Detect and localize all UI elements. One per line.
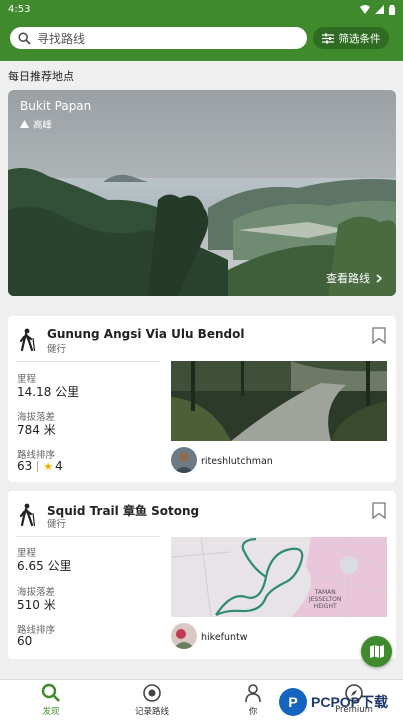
trail-name: Squid Trail 章鱼 Sotong (47, 504, 200, 518)
search-placeholder: 寻找路线 (37, 31, 86, 46)
view-route-label: 查看路线 (326, 272, 370, 285)
search-icon (41, 683, 60, 702)
map-view-button[interactable] (361, 636, 392, 667)
status-icons (360, 4, 395, 15)
watermark-badge: P (279, 688, 307, 716)
signal-icon (375, 5, 384, 14)
trail-card[interactable]: Squid Trail 章鱼 Sotong 健行 里程 6.65 公里 海拔落差… (8, 491, 396, 659)
nav-record[interactable]: 记录路线 (117, 683, 187, 717)
featured-place-name: Bukit Papan (20, 99, 92, 113)
trail-map-thumbnail[interactable]: TAMAN JESSELTON HEIGHT (171, 537, 387, 617)
pcpop-watermark: P PCPOP下载 (279, 684, 403, 720)
chevron-right-icon (376, 273, 382, 283)
elevation-value: 510 米 (17, 598, 56, 612)
bookmark-icon[interactable] (372, 502, 386, 519)
rank-value: 60 (17, 634, 33, 648)
landscape-photo (8, 90, 396, 296)
map-icon (369, 645, 384, 658)
view-route-link[interactable]: 查看路线 (326, 270, 382, 286)
trail-activity: 健行 (47, 519, 67, 530)
nav-you[interactable]: 你 (218, 683, 288, 717)
featured-place-type: 高峰 (20, 117, 52, 131)
trail-card[interactable]: Gunung Angsi Via Ulu Bendol 健行 里程 14.18 … (8, 316, 396, 482)
distance-value: 14.18 公里 (17, 385, 80, 399)
app-header: 寻找路线 筛选条件 (0, 19, 403, 61)
avatar-photo (171, 447, 197, 473)
search-icon (18, 31, 31, 45)
trail-activity: 健行 (47, 344, 67, 355)
status-bar: 4:53 (0, 0, 403, 19)
avatar-photo (171, 623, 197, 649)
wifi-icon (360, 5, 370, 14)
filter-label: 筛选条件 (338, 32, 381, 45)
filter-button[interactable]: 筛选条件 (313, 27, 389, 49)
watermark-text: PCPOP下载 (311, 694, 389, 710)
hiking-icon (19, 503, 36, 527)
trail-name: Gunung Angsi Via Ulu Bendol (47, 327, 245, 341)
record-icon (143, 684, 161, 702)
map-place-label: TAMAN JESSELTON HEIGHT (309, 589, 342, 610)
distance-value: 6.65 公里 (17, 559, 72, 573)
elevation-value: 784 米 (17, 423, 56, 437)
search-input[interactable]: 寻找路线 (10, 27, 307, 49)
rank-row: 60 (17, 634, 32, 648)
rank-separator (37, 460, 39, 472)
username[interactable]: riteshlutchman (201, 456, 273, 467)
forest-path-photo (171, 361, 387, 441)
trail-photo[interactable] (171, 361, 387, 441)
divider (16, 536, 160, 537)
nav-record-label: 记录路线 (134, 707, 169, 717)
mountain-peak-icon (20, 120, 29, 128)
star-icon: ★ (43, 459, 54, 473)
user-avatar[interactable] (171, 447, 197, 473)
daily-section-title: 每日推荐地点 (8, 70, 74, 83)
nav-discover-label: 发现 (42, 707, 60, 717)
username[interactable]: hikefuntw (201, 632, 248, 643)
route-map (171, 537, 387, 617)
person-icon (245, 684, 261, 703)
daily-featured-card[interactable]: Bukit Papan 高峰 查看路线 (8, 90, 396, 296)
filter-sliders-icon (321, 33, 334, 43)
divider (16, 361, 160, 362)
rank-row: 63 ★ 4 (17, 459, 63, 473)
rating-value: 4 (55, 459, 63, 473)
nav-you-label: 你 (248, 707, 258, 717)
bookmark-icon[interactable] (372, 327, 386, 344)
status-time: 4:53 (8, 4, 31, 15)
hiking-icon (19, 328, 36, 352)
rank-value: 63 (17, 459, 33, 473)
nav-discover[interactable]: 发现 (16, 683, 86, 717)
battery-icon (389, 4, 395, 15)
user-avatar[interactable] (171, 623, 197, 649)
featured-place-type-label: 高峰 (33, 120, 53, 131)
